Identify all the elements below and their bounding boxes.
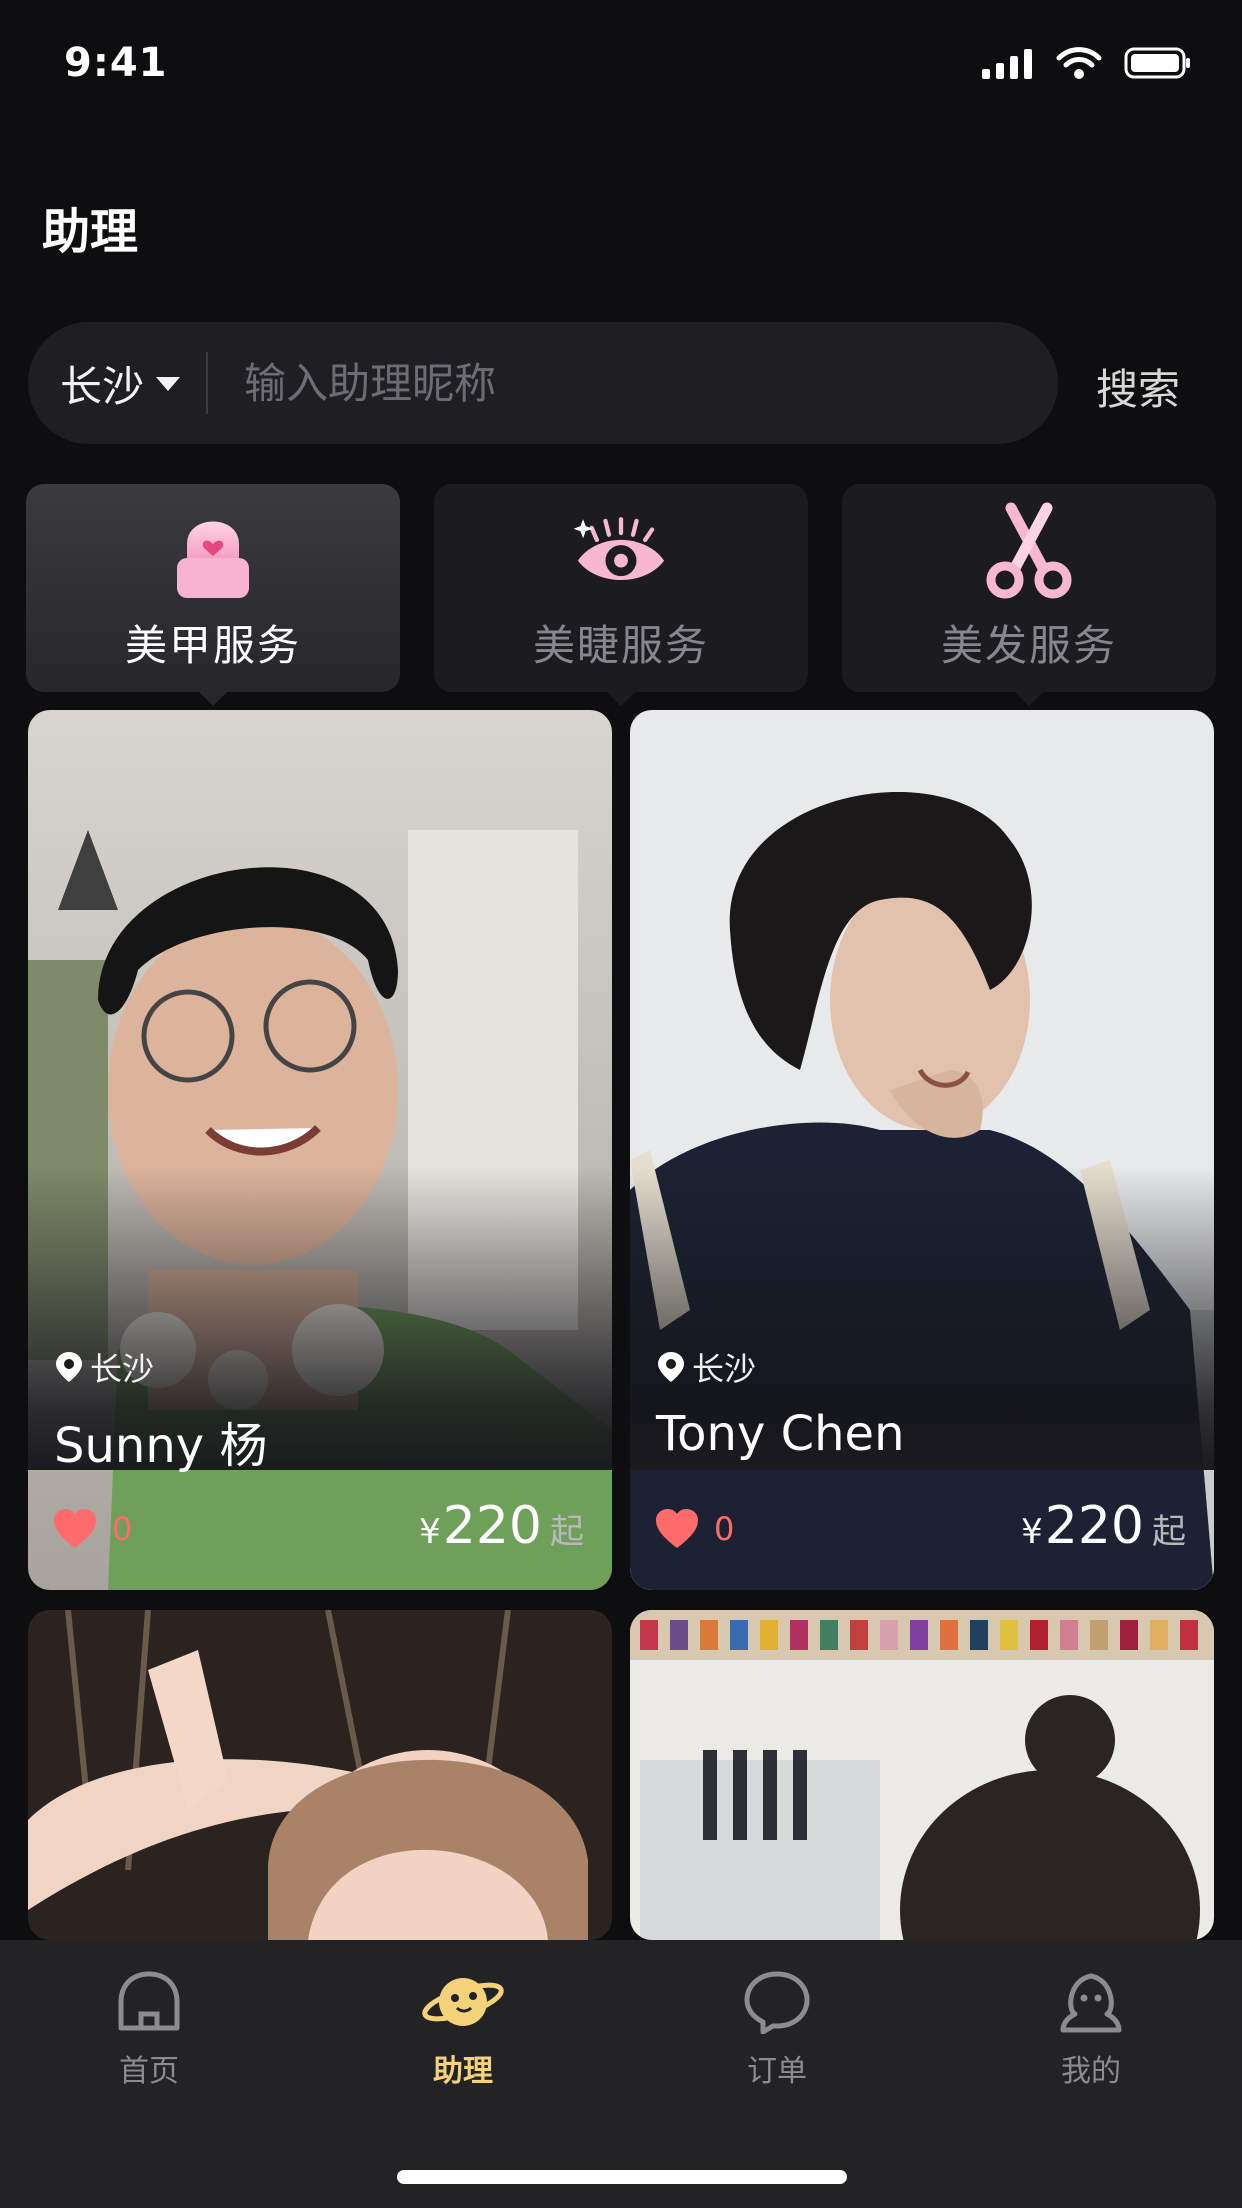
status-icons: [982, 46, 1192, 80]
card-info: 长沙 Sunny 杨 0 ¥ 220 起: [28, 1330, 612, 1590]
tab-assistant[interactable]: 助理: [373, 1970, 553, 2090]
home-icon: [118, 1971, 180, 2031]
city-selector[interactable]: 长沙: [28, 322, 206, 444]
category-label: 美发服务: [940, 621, 1117, 670]
tab-label: 首页: [119, 2054, 179, 2089]
price-symbol: ¥: [1021, 1512, 1043, 1552]
category-label: 美睫服务: [532, 621, 709, 670]
battery-icon: [1124, 47, 1190, 79]
price-suffix: 起: [1152, 1512, 1186, 1552]
scissors-icon: [979, 502, 1079, 602]
status-time: 9:41: [64, 40, 168, 86]
assistant-photo: [28, 1610, 612, 1940]
category-eyelash[interactable]: 美睫服务: [434, 484, 808, 706]
tab-home[interactable]: 首页: [59, 1970, 239, 2090]
tab-label: 订单: [747, 2054, 807, 2089]
location-label: 长沙: [90, 1350, 155, 1388]
wifi-icon: [1056, 47, 1102, 79]
likes-count: 0: [112, 1510, 133, 1548]
price-suffix: 起: [550, 1512, 584, 1552]
category-nail[interactable]: 美甲服务: [26, 484, 400, 706]
location-label: 长沙: [692, 1350, 757, 1388]
card-price: ¥ 220 起: [1021, 1496, 1186, 1556]
assistant-photo: [630, 1610, 1214, 1940]
chat-bubble-icon: [744, 1971, 810, 2034]
planet-icon: [422, 1978, 504, 2026]
page-title: 助理: [42, 204, 139, 260]
price-symbol: ¥: [419, 1512, 441, 1552]
category-hair[interactable]: 美发服务: [842, 484, 1216, 706]
caret-down-icon: [156, 377, 181, 391]
tab-label: 助理: [433, 2054, 493, 2089]
city-label: 长沙: [60, 361, 145, 411]
location-pin-icon: [56, 1352, 82, 1382]
search-button[interactable]: 搜索: [1096, 356, 1180, 417]
tab-label: 我的: [1061, 2054, 1121, 2089]
assistant-card[interactable]: [28, 1610, 612, 1940]
home-indicator: [397, 2170, 847, 2184]
assistant-card[interactable]: [630, 1610, 1214, 1940]
card-location: 长沙: [54, 1344, 154, 1390]
tab-bar: 首页 助理 订单 我的: [0, 1940, 1242, 2208]
card-location: 长沙: [656, 1344, 756, 1390]
status-bar: 9:41: [0, 0, 1242, 130]
price-value: 220: [442, 1496, 542, 1556]
card-price: ¥ 220 起: [419, 1496, 584, 1556]
assistant-name: Tony Chen: [656, 1406, 905, 1462]
person-icon: [1060, 1973, 1122, 2033]
location-pin-icon: [658, 1352, 684, 1382]
nail-icon: [163, 502, 263, 602]
like-button[interactable]: 0: [654, 1508, 734, 1550]
price-value: 220: [1044, 1496, 1144, 1556]
search-input[interactable]: [208, 322, 1058, 444]
likes-count: 0: [714, 1510, 735, 1548]
heart-icon: [656, 1509, 698, 1548]
eyelash-icon: [571, 502, 671, 602]
like-button[interactable]: 0: [52, 1508, 132, 1550]
signal-icon: [982, 49, 1032, 79]
assistant-name: Sunny 杨: [54, 1418, 268, 1474]
tab-profile[interactable]: 我的: [1001, 1970, 1181, 2090]
heart-icon: [54, 1509, 96, 1548]
search-bar: 长沙: [28, 322, 1058, 444]
card-info: 长沙 Tony Chen 0 ¥ 220 起: [630, 1330, 1214, 1590]
category-label: 美甲服务: [124, 621, 301, 670]
assistant-card[interactable]: 长沙 Tony Chen 0 ¥ 220 起: [630, 710, 1214, 1590]
tab-orders[interactable]: 订单: [687, 1970, 867, 2090]
assistant-card[interactable]: 长沙 Sunny 杨 0 ¥ 220 起: [28, 710, 612, 1590]
